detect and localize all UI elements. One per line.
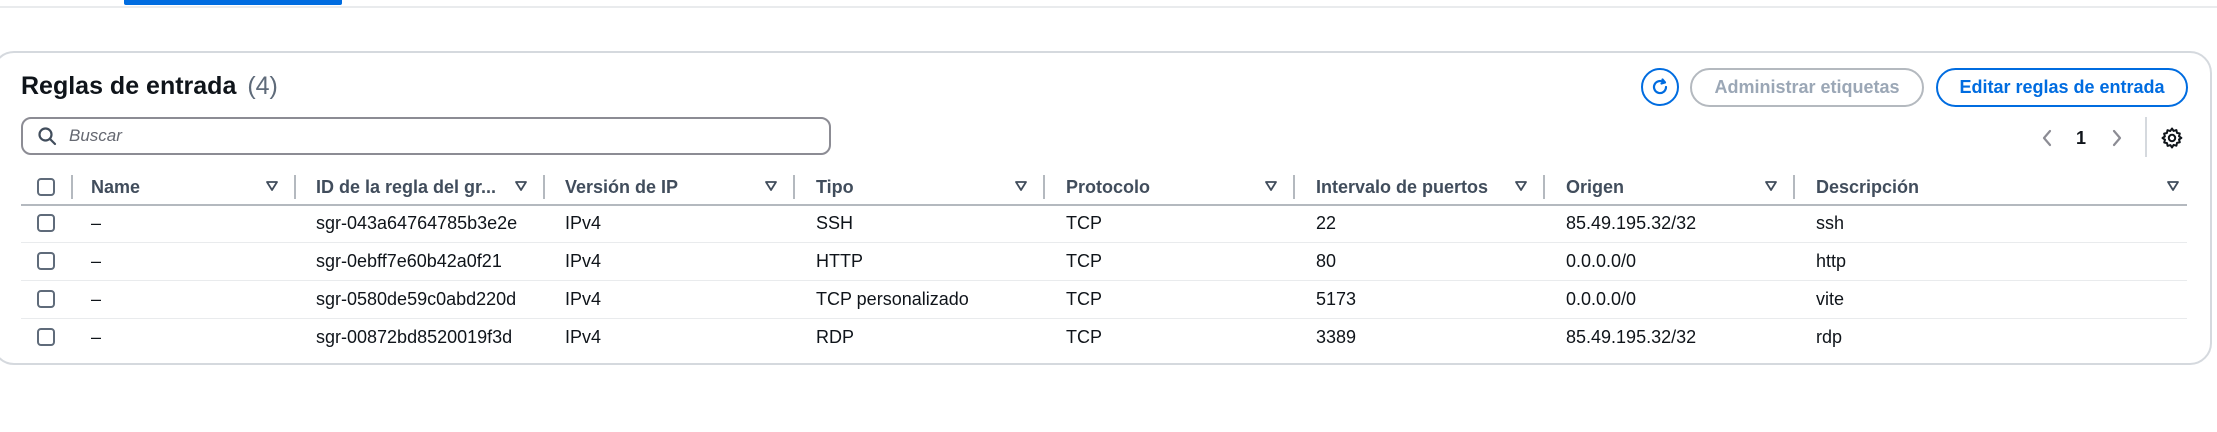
table-row[interactable]: – sgr-0580de59c0abd220d IPv4 TCP persona…	[21, 280, 2187, 319]
refresh-icon	[1650, 77, 1670, 97]
cell-type: HTTP	[816, 250, 863, 271]
rules-count: (4)	[247, 72, 278, 100]
sort-down-triangle-icon[interactable]	[1514, 179, 1528, 193]
column-divider	[1543, 175, 1545, 199]
cell-ip-version: IPv4	[565, 288, 602, 309]
previous-page-button[interactable]	[2040, 124, 2060, 152]
column-header-source[interactable]: Origen	[1566, 170, 1766, 204]
search-field[interactable]: Buscar	[21, 117, 831, 155]
cell-source: 85.49.195.32/32	[1566, 326, 1697, 347]
section-title-text: Reglas de entrada	[21, 72, 237, 100]
gear-icon	[2160, 126, 2184, 150]
column-header-name[interactable]: Name	[91, 170, 261, 204]
column-divider	[1293, 175, 1295, 199]
table-row[interactable]: – sgr-0ebff7e60b42a0f21 IPv4 HTTP TCP 80…	[21, 242, 2187, 281]
sort-down-triangle-icon[interactable]	[2166, 179, 2180, 193]
cell-protocol: TCP	[1066, 212, 1102, 233]
tabs-strip	[0, 0, 2217, 8]
column-header-ip-version[interactable]: Versión de IP	[565, 170, 765, 204]
cell-description: rdp	[1816, 326, 1843, 347]
search-input[interactable]: Buscar	[69, 126, 122, 146]
cell-name: –	[91, 212, 102, 233]
row-checkbox[interactable]	[37, 252, 55, 270]
cell-ip-version: IPv4	[565, 212, 602, 233]
cell-ip-version: IPv4	[565, 326, 602, 347]
next-page-button[interactable]	[2110, 124, 2130, 152]
table-header: Name ID de la regla del gr... Versión de…	[21, 170, 2187, 206]
column-label-port-range: Intervalo de puertos	[1316, 176, 1489, 197]
cell-source: 0.0.0.0/0	[1566, 250, 1637, 271]
cell-type: TCP personalizado	[816, 288, 969, 309]
sort-down-triangle-icon[interactable]	[764, 179, 778, 193]
section-title: Reglas de entrada (4)	[21, 72, 278, 101]
column-header-type[interactable]: Tipo	[816, 170, 1016, 204]
table-settings-button[interactable]	[2160, 126, 2184, 150]
cell-type: SSH	[816, 212, 854, 233]
cell-port-range: 22	[1316, 212, 1337, 233]
column-label-type: Tipo	[816, 176, 854, 197]
manage-tags-button[interactable]: Administrar etiquetas	[1690, 68, 1924, 107]
chevron-right-icon	[2110, 128, 2124, 148]
active-tab-indicator	[124, 0, 342, 5]
cell-rule-id: sgr-0580de59c0abd220d	[316, 288, 517, 309]
chevron-left-icon	[2040, 128, 2054, 148]
pager-divider	[2145, 117, 2147, 157]
sort-down-triangle-icon[interactable]	[1014, 179, 1028, 193]
edit-inbound-rules-button[interactable]: Editar reglas de entrada	[1936, 68, 2188, 107]
cell-protocol: TCP	[1066, 326, 1102, 347]
cell-description: vite	[1816, 288, 1845, 309]
cell-protocol: TCP	[1066, 250, 1102, 271]
cell-rule-id: sgr-0ebff7e60b42a0f21	[316, 250, 502, 271]
cell-name: –	[91, 288, 102, 309]
cell-source: 0.0.0.0/0	[1566, 288, 1637, 309]
cell-port-range: 5173	[1316, 288, 1357, 309]
cell-type: RDP	[816, 326, 855, 347]
row-checkbox[interactable]	[37, 328, 55, 346]
column-divider	[543, 175, 545, 199]
column-header-rule-id[interactable]: ID de la regla del gr...	[316, 170, 526, 204]
cell-port-range: 3389	[1316, 326, 1357, 347]
column-divider	[793, 175, 795, 199]
page-number-button[interactable]: 1	[2076, 124, 2086, 152]
column-divider	[71, 175, 73, 199]
table-row[interactable]: – sgr-00872bd8520019f3d IPv4 RDP TCP 338…	[21, 318, 2187, 356]
column-label-protocol: Protocolo	[1066, 176, 1150, 197]
cell-protocol: TCP	[1066, 288, 1102, 309]
column-divider	[1043, 175, 1045, 199]
column-label-name: Name	[91, 176, 141, 197]
sort-down-triangle-icon[interactable]	[514, 179, 528, 193]
column-label-source: Origen	[1566, 176, 1625, 197]
cell-source: 85.49.195.32/32	[1566, 212, 1697, 233]
cell-description: ssh	[1816, 212, 1845, 233]
row-checkbox[interactable]	[37, 214, 55, 232]
column-label-description: Descripción	[1816, 176, 1920, 197]
column-divider	[294, 175, 296, 199]
cell-rule-id: sgr-043a64764785b3e2e	[316, 212, 518, 233]
cell-name: –	[91, 250, 102, 271]
column-label-ip-version: Versión de IP	[565, 176, 679, 197]
cell-description: http	[1816, 250, 1847, 271]
search-icon	[37, 126, 57, 146]
sort-down-triangle-icon[interactable]	[265, 179, 279, 193]
table-row[interactable]: – sgr-043a64764785b3e2e IPv4 SSH TCP 22 …	[21, 204, 2187, 243]
column-divider	[1793, 175, 1795, 199]
column-header-description[interactable]: Descripción	[1816, 170, 2016, 204]
column-header-port-range[interactable]: Intervalo de puertos	[1316, 170, 1526, 204]
sort-down-triangle-icon[interactable]	[1264, 179, 1278, 193]
column-label-rule-id: ID de la regla del gr...	[316, 176, 497, 197]
select-all-checkbox[interactable]	[37, 178, 55, 196]
row-checkbox[interactable]	[37, 290, 55, 308]
sort-down-triangle-icon[interactable]	[1764, 179, 1778, 193]
cell-port-range: 80	[1316, 250, 1337, 271]
column-header-protocol[interactable]: Protocolo	[1066, 170, 1266, 204]
cell-rule-id: sgr-00872bd8520019f3d	[316, 326, 513, 347]
refresh-button[interactable]	[1641, 68, 1679, 106]
cell-name: –	[91, 326, 102, 347]
cell-ip-version: IPv4	[565, 250, 602, 271]
